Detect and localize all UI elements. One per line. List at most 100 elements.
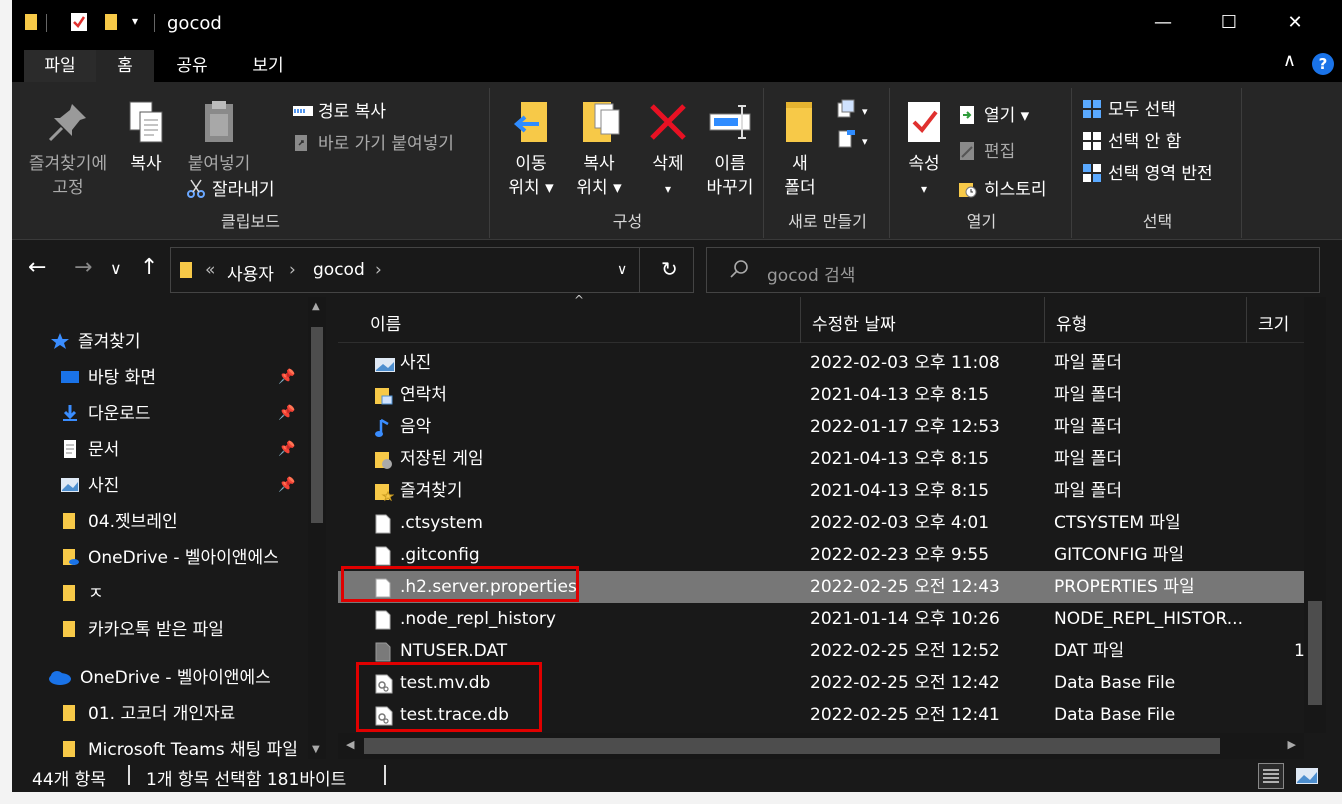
move-to-label-line1: 이동 — [515, 154, 547, 174]
move-to-button[interactable]: 이동 위치 ▾ — [498, 98, 564, 200]
file-list-scroll-thumb[interactable] — [1308, 601, 1322, 705]
help-icon[interactable]: ? — [1312, 53, 1334, 75]
copy-button[interactable]: 복사 — [118, 98, 174, 176]
file-row[interactable]: 즐겨찾기 2021-04-13 오후 8:15 파일 폴더 — [338, 475, 1304, 507]
open-button[interactable]: 열기 ▾ — [958, 102, 1029, 130]
properties-button[interactable]: 속성 ▾ — [896, 98, 952, 201]
cloud-icon — [48, 666, 72, 685]
column-type[interactable]: 유형 — [1056, 310, 1087, 335]
tab-home[interactable]: 홈 — [96, 50, 154, 82]
scroll-down-icon[interactable]: ▼ — [312, 744, 320, 755]
nav-onedrive[interactable]: OneDrive - 벨아이앤에스 — [48, 663, 271, 693]
divider — [384, 765, 386, 785]
delete-button[interactable]: 삭제 ▾ — [640, 98, 696, 201]
file-row[interactable]: .ctsystem 2022-02-03 오후 4:01 CTSYSTEM 파일 — [338, 507, 1304, 539]
select-none-button[interactable]: 선택 안 함 — [1082, 128, 1181, 156]
back-arrow-icon[interactable]: ← — [28, 255, 46, 280]
pin-to-quick-access-button[interactable]: 즐겨찾기에 고정 — [22, 98, 114, 200]
breadcrumb-users[interactable]: 사용자 — [227, 260, 274, 285]
tab-file[interactable]: 파일 — [24, 50, 96, 82]
copy-to-button[interactable]: 복사 위치 ▾ — [566, 98, 632, 200]
edit-button[interactable]: 편집 — [958, 138, 1015, 166]
nav-item-gocoder-personal[interactable]: 01. 고코더 개인자료 — [60, 699, 235, 729]
close-button[interactable]: ✕ — [1262, 0, 1328, 46]
minimize-button[interactable]: — — [1130, 0, 1196, 46]
cut-button[interactable]: 잘라내기 — [186, 176, 275, 204]
paste-shortcut-button[interactable]: 바로 가기 붙여넣기 — [292, 130, 454, 158]
nav-quick-access[interactable]: 즐겨찾기 — [50, 327, 141, 357]
column-size[interactable]: 크기 — [1258, 310, 1289, 335]
new-item-button[interactable]: ▾ — [836, 96, 868, 124]
forward-arrow-icon[interactable]: → — [74, 255, 92, 280]
search-box[interactable]: gocod 검색 — [706, 247, 1320, 293]
file-list-scrollbar[interactable] — [1304, 297, 1326, 733]
new-folder-quick-icon[interactable] — [104, 12, 118, 34]
column-date-modified[interactable]: 수정한 날짜 — [812, 310, 896, 335]
history-button[interactable]: 히스토리 — [958, 176, 1047, 204]
scroll-up-icon[interactable]: ▲ — [312, 301, 320, 312]
rename-button[interactable]: 이름 바꾸기 — [698, 98, 762, 200]
navigation-pane: 즐겨찾기 바탕 화면 📌 다운로드 📌 문서 📌 사진 📌 04.젯브레인 On… — [12, 297, 328, 759]
nav-pane-scroll-thumb[interactable] — [311, 327, 323, 523]
column-divider[interactable] — [1044, 297, 1045, 343]
column-name[interactable]: 이름 — [370, 310, 401, 335]
file-list-horizontal-scrollbar[interactable]: ◀ ▶ — [338, 733, 1304, 759]
details-view-button[interactable] — [1258, 763, 1284, 789]
file-row[interactable]: 사진 2022-02-03 오후 11:08 파일 폴더 — [338, 347, 1304, 379]
nav-item-teams-chat[interactable]: Microsoft Teams 채팅 파일 — [60, 735, 298, 759]
breadcrumb-separator[interactable]: › — [289, 260, 296, 280]
nav-item-label: 카카오톡 받은 파일 — [88, 620, 224, 640]
recent-locations-chevron-icon[interactable]: ∨ — [110, 259, 122, 278]
navigation-row: ← → ∨ ↑ « 사용자 › gocod › ∨ ↻ gocod 검색 — [12, 241, 1342, 297]
delete-x-icon — [644, 98, 692, 146]
file-row[interactable]: .node_repl_history 2021-01-14 오후 10:26 NOD… — [338, 603, 1304, 635]
delete-dropdown-icon[interactable]: ▾ — [665, 182, 671, 196]
horizontal-scroll-thumb[interactable] — [364, 738, 1220, 754]
easy-access-button[interactable]: ▾ — [836, 126, 868, 154]
column-divider[interactable] — [800, 297, 801, 343]
nav-item-kakaotalk[interactable]: 카카오톡 받은 파일 — [60, 615, 224, 645]
breadcrumb-gocod[interactable]: gocod — [313, 260, 365, 280]
customize-quick-access-icon[interactable]: ▾ — [132, 14, 138, 36]
up-arrow-icon[interactable]: ↑ — [140, 255, 158, 280]
new-folder-button[interactable]: 새 폴더 — [772, 98, 828, 200]
nav-item-jetbrains[interactable]: 04.젯브레인 — [60, 507, 178, 537]
tab-share[interactable]: 공유 — [162, 50, 222, 82]
maximize-button[interactable]: ☐ — [1196, 0, 1262, 46]
paste-button[interactable]: 붙여넣기 — [176, 98, 262, 176]
address-history-chevron-icon[interactable]: ∨ — [617, 262, 627, 278]
file-row[interactable]: 연락처 2021-04-13 오후 8:15 파일 폴더 — [338, 379, 1304, 411]
nav-pane-scrollbar[interactable]: ▲ ▼ — [308, 297, 326, 759]
nav-item-downloads[interactable]: 다운로드 — [60, 399, 151, 429]
file-row[interactable]: 저장된 게임 2021-04-13 오후 8:15 파일 폴더 — [338, 443, 1304, 475]
search-icon — [729, 259, 749, 283]
refresh-icon[interactable]: ↻ — [661, 257, 678, 281]
clipboard-group: 즐겨찾기에 고정 복사 붙여넣기 경로 복사 바로 가기 붙여넣기 잘라내기 클… — [12, 88, 490, 238]
scroll-right-icon[interactable]: ▶ — [1288, 738, 1296, 751]
file-row[interactable]: 음악 2022-01-17 오후 12:53 파일 폴더 — [338, 411, 1304, 443]
nav-item-desktop[interactable]: 바탕 화면 — [60, 363, 156, 393]
nav-item-documents[interactable]: 문서 — [60, 435, 119, 465]
nav-item-onedrive-folder[interactable]: OneDrive - 벨아이앤에스 — [60, 543, 279, 573]
invert-selection-button[interactable]: 선택 영역 반전 — [1082, 160, 1213, 188]
tab-view[interactable]: 보기 — [238, 50, 298, 82]
nav-item-pictures[interactable]: 사진 — [60, 471, 119, 501]
address-bar[interactable]: « 사용자 › gocod › ∨ ↻ — [170, 247, 694, 293]
address-overflow-icon[interactable]: « — [205, 260, 215, 280]
folder-icon — [60, 738, 80, 757]
scroll-left-icon[interactable]: ◀ — [346, 738, 354, 751]
organize-group-label: 구성 — [612, 212, 643, 231]
properties-quick-icon[interactable] — [70, 12, 88, 34]
collapse-ribbon-icon[interactable]: ∧ — [1283, 50, 1296, 71]
large-icons-view-button[interactable] — [1294, 763, 1320, 789]
nav-item-j[interactable]: ㅈ — [60, 579, 104, 609]
select-all-button[interactable]: 모두 선택 — [1082, 96, 1176, 124]
breadcrumb-separator[interactable]: › — [375, 260, 382, 280]
ribbon-tabs: 파일 홈 공유 보기 ∧ ? — [12, 46, 1342, 82]
scissors-icon — [186, 179, 206, 199]
properties-dropdown-icon[interactable]: ▾ — [921, 182, 927, 196]
column-divider[interactable] — [1246, 297, 1247, 343]
copy-path-button[interactable]: 경로 복사 — [292, 98, 386, 126]
status-bar: 44개 항목 1개 항목 선택함 181바이트 — [12, 759, 1342, 792]
file-date: 2021-04-13 오후 8:15 — [810, 449, 990, 469]
